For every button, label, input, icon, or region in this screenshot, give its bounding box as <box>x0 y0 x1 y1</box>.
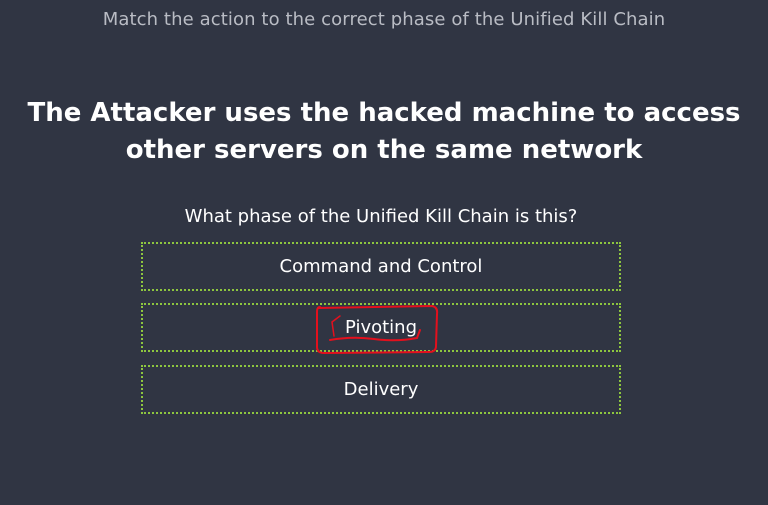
option-label: Command and Control <box>279 256 483 277</box>
option-pivoting[interactable]: Pivoting <box>141 303 621 352</box>
option-delivery[interactable]: Delivery <box>141 365 621 414</box>
option-label: Pivoting <box>344 317 418 338</box>
option-label: Delivery <box>343 379 419 400</box>
instruction-text: Match the action to the correct phase of… <box>102 9 666 30</box>
question-text: What phase of the Unified Kill Chain is … <box>184 206 578 227</box>
option-command-and-control[interactable]: Command and Control <box>141 242 621 291</box>
scenario-heading: The Attacker uses the hacked machine to … <box>27 98 741 165</box>
